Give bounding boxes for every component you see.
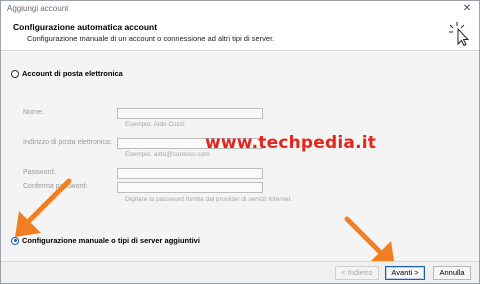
- back-button[interactable]: < Indietro: [335, 266, 379, 280]
- header-title: Configurazione automatica account: [13, 22, 158, 32]
- confirm-password-field[interactable]: [117, 182, 263, 193]
- name-hint: Esempio: Aldo Cozzi: [125, 121, 185, 128]
- dialog-header: Configurazione automatica account Config…: [1, 17, 479, 51]
- email-hint: Esempio: aldo@contoso.com: [125, 151, 210, 158]
- name-field[interactable]: [117, 108, 263, 119]
- email-label: Indirizzo di posta elettronica:: [23, 139, 112, 146]
- window-title: Aggiungi account: [7, 4, 69, 13]
- cancel-button[interactable]: Annulla: [433, 266, 471, 280]
- add-account-dialog: Aggiungi account ✕ Configurazione automa…: [0, 0, 480, 284]
- email-account-radio-dot[interactable]: [11, 69, 19, 78]
- arrow-icon: [15, 178, 72, 237]
- password-field[interactable]: [117, 168, 263, 179]
- password-label: Password:: [23, 169, 56, 176]
- cursor-click-icon: [449, 22, 470, 46]
- email-account-label: Account di posta elettronica: [22, 69, 123, 78]
- title-bar: Aggiungi account ✕: [1, 1, 479, 17]
- header-subtitle: Configurazione manuale di un account o c…: [27, 34, 275, 43]
- close-icon[interactable]: ✕: [461, 3, 473, 15]
- name-label: Nome:: [23, 109, 44, 116]
- next-button[interactable]: Avanti >: [385, 266, 425, 280]
- watermark: www.techpedia.it: [205, 133, 377, 153]
- dialog-footer: < Indietro Avanti > Annulla: [1, 261, 479, 283]
- password-hint: Digitare la password fornita dal provide…: [125, 196, 293, 203]
- email-account-radio[interactable]: Account di posta elettronica: [11, 69, 123, 78]
